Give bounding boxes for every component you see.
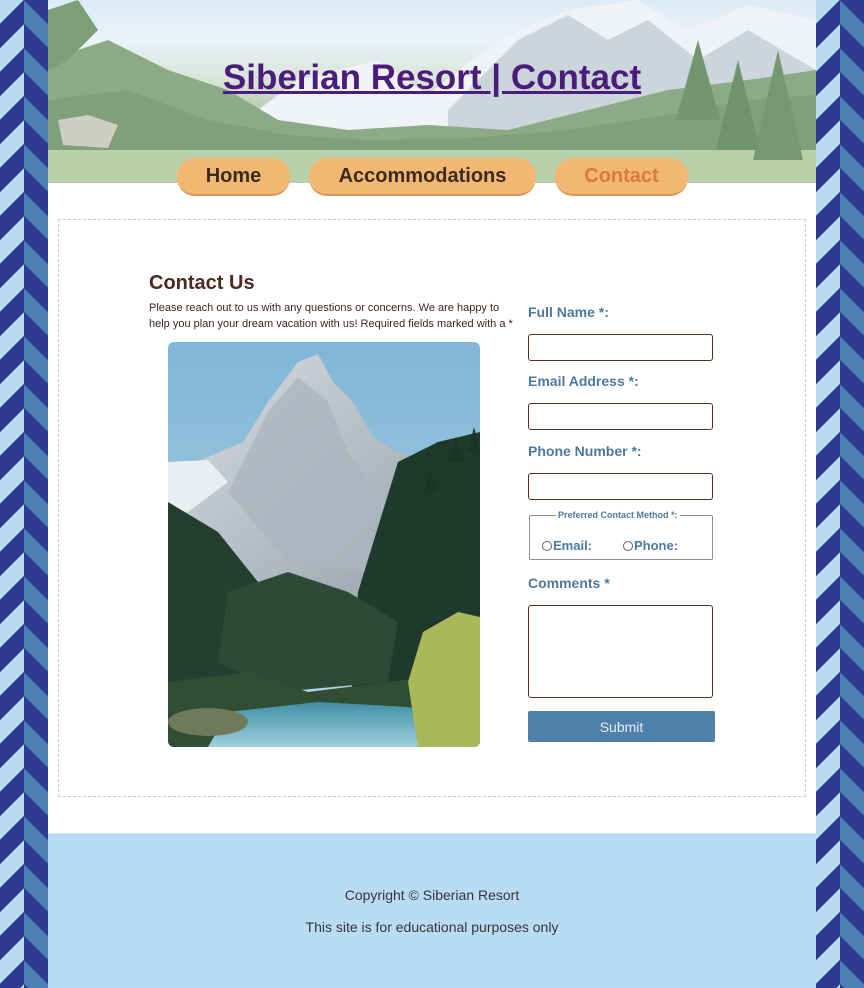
- radio-email-label: Email:: [553, 538, 593, 553]
- contact-intro-text: Please reach out to us with any question…: [149, 302, 513, 330]
- site-title[interactable]: Siberian Resort | Contact: [48, 58, 816, 98]
- radio-email-button[interactable]: [542, 540, 552, 551]
- email-address-label: Email Address *:: [528, 373, 639, 389]
- mountain-river-photo: [168, 342, 480, 747]
- comments-label: Comments *: [528, 575, 610, 591]
- radio-phone-option[interactable]: Phone:: [623, 538, 678, 553]
- phone-number-input[interactable]: [528, 473, 713, 500]
- radio-email-option[interactable]: Email:: [542, 538, 592, 553]
- main-nav: Home Accommodations Contact: [48, 158, 816, 196]
- footer-copyright: Copyright © Siberian Resort: [344, 887, 520, 903]
- comments-textarea[interactable]: [528, 605, 713, 698]
- nav-contact-button[interactable]: Contact: [555, 158, 688, 196]
- nav-accommodations-button[interactable]: Accommodations: [309, 158, 536, 196]
- radio-phone-label: Phone:: [634, 538, 679, 553]
- submit-button[interactable]: Submit: [528, 711, 715, 742]
- contact-card: Contact Us Please reach out to us with a…: [58, 219, 806, 797]
- full-name-label: Full Name *:: [528, 304, 609, 320]
- full-name-input[interactable]: [528, 334, 713, 361]
- footer: Copyright © Siberian Resort This site is…: [48, 833, 816, 988]
- radio-phone-button[interactable]: [623, 540, 633, 551]
- preferred-contact-legend: Preferred Contact Method *:: [558, 510, 678, 520]
- phone-number-label: Phone Number *:: [528, 443, 642, 459]
- email-address-input[interactable]: [528, 403, 713, 430]
- contact-heading: Contact Us: [149, 272, 255, 294]
- preferred-contact-fieldset: Preferred Contact Method *: Email: Phone…: [529, 510, 713, 560]
- header-banner: Siberian Resort | Contact: [48, 0, 816, 183]
- contact-form: Full Name *: Email Address *: Phone Numb…: [528, 220, 728, 796]
- page-container: Siberian Resort | Contact Home Accommoda…: [48, 0, 816, 988]
- footer-note: This site is for educational purposes on…: [305, 919, 559, 935]
- nav-home-button[interactable]: Home: [177, 158, 290, 196]
